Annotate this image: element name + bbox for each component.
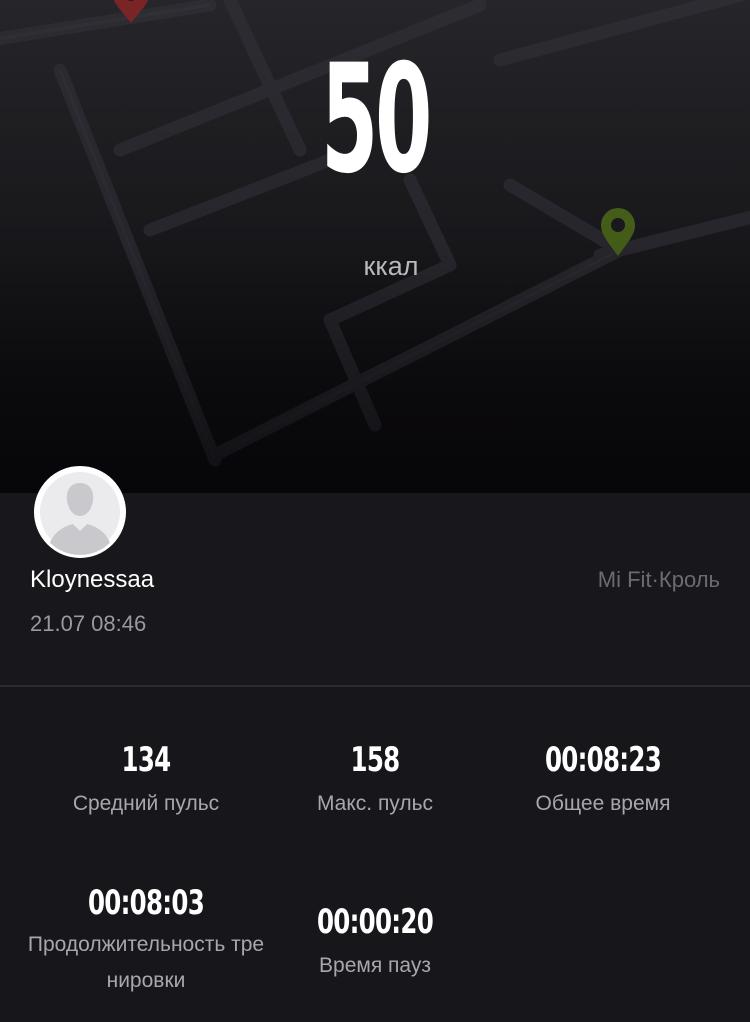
stat-label: Средний пульс	[72, 792, 220, 815]
stat-label: Макс. пульс	[316, 792, 434, 815]
calories-unit: ккал	[363, 251, 419, 281]
stat-label: Время пауз	[319, 954, 431, 977]
stat-value: 00:08:03	[87, 883, 205, 923]
workout-datetime: 21.07 08:46	[30, 611, 147, 636]
stat-label: Продолжительность тренировки	[27, 933, 265, 992]
calories-value: 50	[320, 33, 433, 207]
section-divider	[0, 685, 750, 687]
stat-total-time: 00:08:23 Общее время	[478, 740, 728, 822]
workout-detail-screen: 50 ккал Kloynessaa 21.07 08:46 Mi Fit·Кр…	[0, 0, 750, 1022]
activity-type: Mi Fit·Кроль	[597, 567, 720, 592]
username: Kloynessaa	[30, 566, 155, 593]
stat-label: Общее время	[535, 792, 671, 815]
stat-value: 00:00:20	[316, 902, 434, 942]
route-map[interactable]: 50 ккал	[0, 0, 750, 493]
stat-pause-time: 00:00:20 Время пауз	[250, 902, 500, 984]
user-info-panel: Kloynessaa 21.07 08:46 Mi Fit·Кроль	[0, 466, 750, 686]
stat-value: 158	[350, 740, 401, 780]
stat-value: 134	[121, 740, 172, 780]
stat-average-heart-rate: 134 Средний пульс	[21, 740, 271, 822]
stat-max-heart-rate: 158 Макс. пульс	[250, 740, 500, 822]
user-avatar-icon[interactable]	[34, 466, 126, 558]
stat-value: 00:08:23	[544, 740, 662, 780]
stat-workout-duration: 00:08:03 Продолжительность тренировки	[21, 883, 271, 999]
